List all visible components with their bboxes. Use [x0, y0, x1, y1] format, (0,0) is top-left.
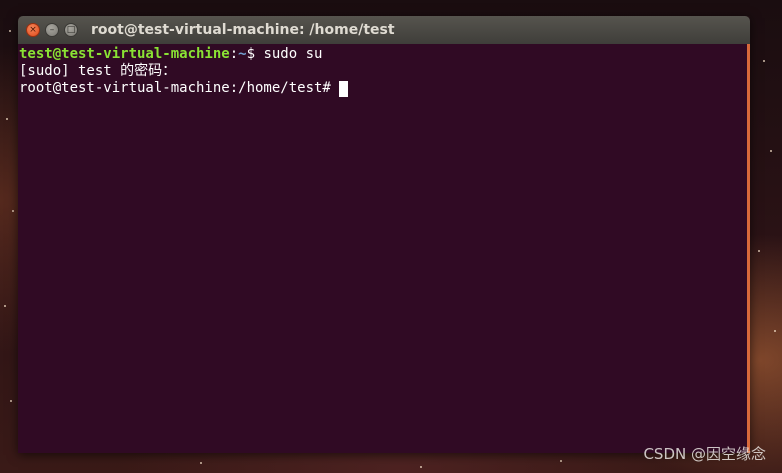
background-star — [560, 460, 562, 462]
window-title: root@test-virtual-machine: /home/test — [91, 22, 395, 38]
watermark: CSDN @因空缘念 — [643, 445, 766, 463]
title-bar[interactable]: × – □ root@test-virtual-machine: /home/t… — [18, 16, 750, 44]
command-text: sudo su — [263, 46, 323, 62]
prompt-path: ~ — [238, 46, 247, 62]
prompt-separator: : — [229, 46, 239, 62]
terminal-line-password-prompt: [sudo] test 的密码： — [19, 63, 177, 79]
minimize-window-button[interactable]: – — [45, 23, 59, 37]
background-star — [420, 466, 422, 468]
terminal-line-root-prompt: root@test-virtual-machine:/home/test# — [19, 80, 747, 97]
background-star — [774, 330, 776, 332]
prompt-symbol: $ — [246, 46, 264, 62]
text-cursor — [339, 81, 349, 97]
window-right-edge — [747, 44, 750, 453]
maximize-icon: □ — [66, 24, 76, 35]
close-window-button[interactable]: × — [26, 23, 40, 37]
prompt-user-host: test@test-virtual-machine — [19, 46, 230, 62]
background-star — [12, 210, 14, 212]
background-star — [4, 305, 6, 307]
background-star — [758, 250, 760, 252]
background-star — [770, 150, 772, 152]
minimize-icon: – — [49, 24, 55, 35]
background-star — [200, 462, 202, 464]
background-star — [9, 30, 11, 32]
terminal-line-command: test@test-virtual-machine:~$ sudo su — [19, 46, 747, 63]
maximize-window-button[interactable]: □ — [64, 23, 78, 37]
close-icon: × — [29, 24, 37, 35]
terminal-window: × – □ root@test-virtual-machine: /home/t… — [18, 16, 750, 453]
root-prompt: root@test-virtual-machine:/home/test# — [19, 80, 340, 96]
terminal-output[interactable]: test@test-virtual-machine:~$ sudo su [su… — [18, 44, 747, 453]
background-star — [6, 118, 8, 120]
background-star — [10, 400, 12, 402]
background-star — [763, 60, 765, 62]
